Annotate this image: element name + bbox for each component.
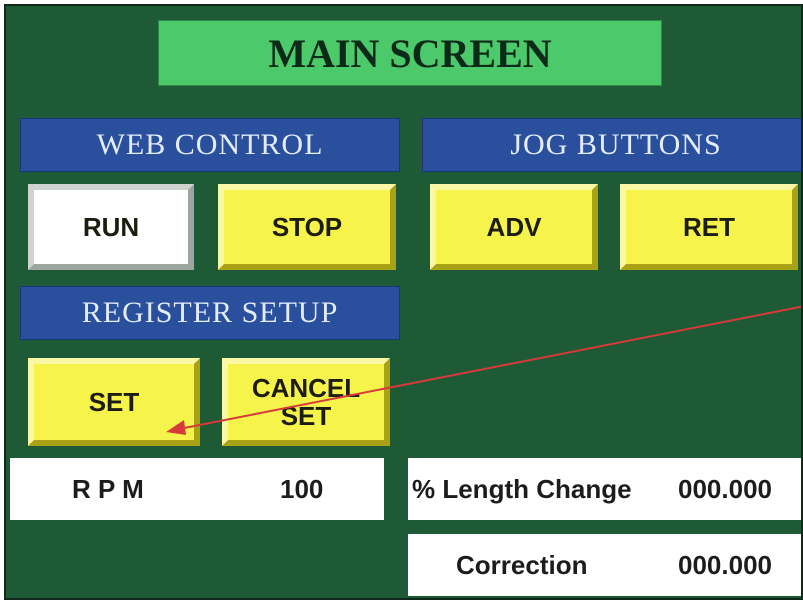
annotation-arrow bbox=[166, 305, 801, 435]
annotation-arrow-head bbox=[166, 420, 186, 435]
annotation-arrow-line bbox=[173, 305, 801, 431]
hmi-screen: MAIN SCREEN WEB CONTROL JOG BUTTONS RUN … bbox=[4, 4, 803, 600]
